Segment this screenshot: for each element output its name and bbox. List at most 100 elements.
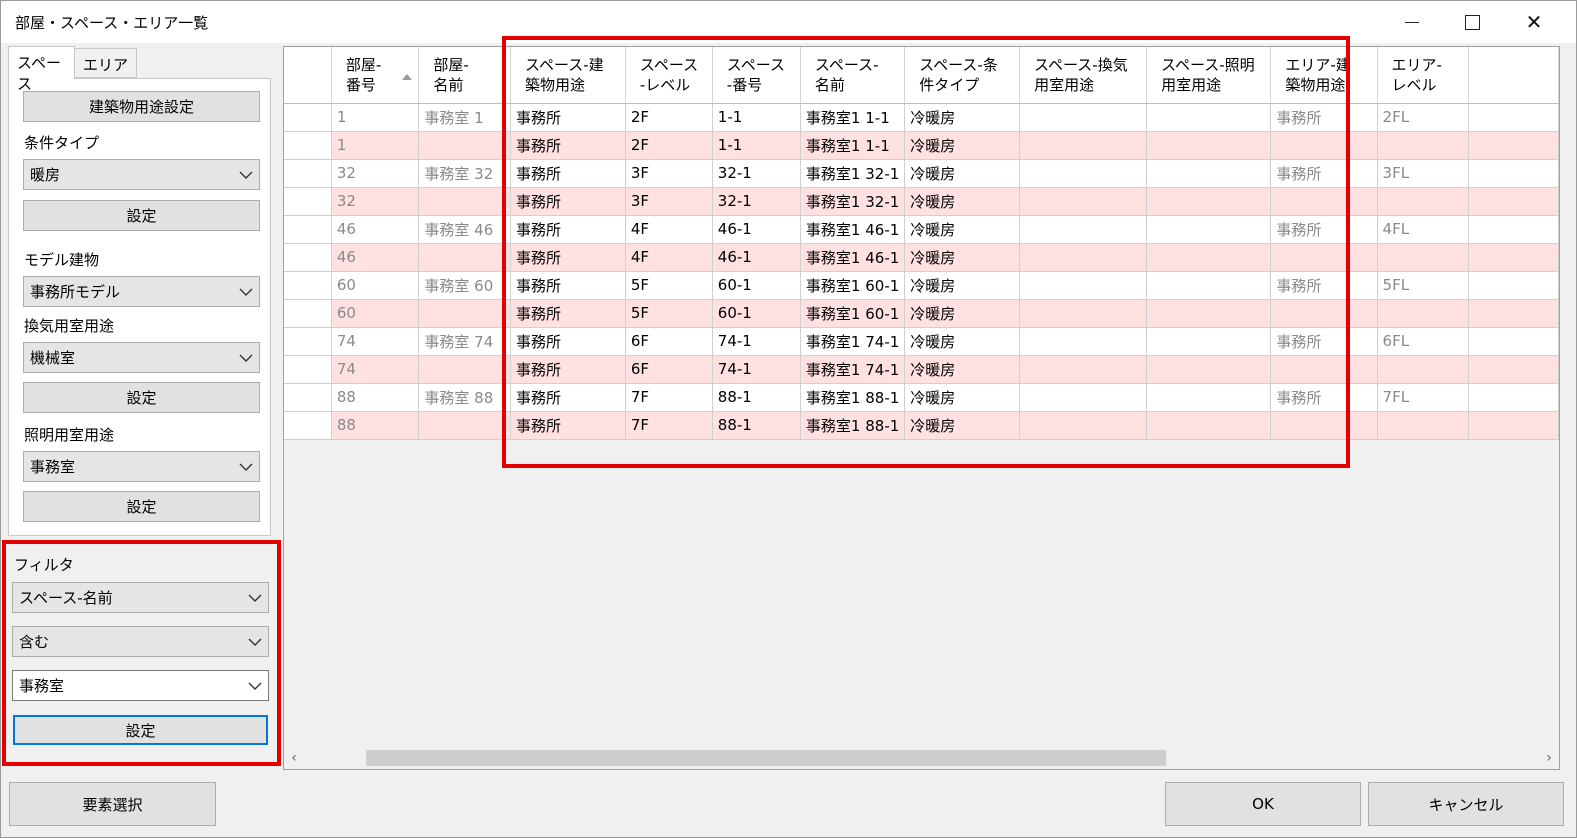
cell-space-name[interactable]: 事務室1 60-1 — [800, 271, 906, 300]
cell-space-name[interactable]: 事務室1 32-1 — [800, 159, 906, 188]
cell-space-building-use[interactable]: 事務所 — [510, 327, 626, 356]
cell-space-building-use[interactable]: 事務所 — [510, 243, 626, 272]
maximize-button[interactable] — [1449, 1, 1495, 43]
cell-space-number[interactable]: 1-1 — [712, 131, 801, 160]
cell-space-ventilation-use[interactable] — [1019, 327, 1148, 356]
cell-area-level[interactable]: 2FL — [1377, 103, 1470, 132]
cell-space-lighting-use[interactable] — [1146, 299, 1272, 328]
tab-area[interactable]: エリア — [74, 48, 137, 78]
cell-room-number[interactable]: 74 — [331, 327, 420, 356]
cell-area-building-use[interactable]: 事務所 — [1270, 327, 1378, 356]
cell-space-name[interactable]: 事務室1 88-1 — [800, 383, 906, 412]
cell-space-building-use[interactable]: 事務所 — [510, 271, 626, 300]
cell-area-level[interactable] — [1377, 243, 1470, 272]
cell-space-condition-type[interactable]: 冷暖房 — [904, 383, 1021, 412]
cell-space-condition-type[interactable]: 冷暖房 — [904, 159, 1021, 188]
cell-area-level[interactable] — [1377, 411, 1470, 440]
cell-area-level[interactable] — [1377, 355, 1470, 384]
row-header-cell[interactable] — [284, 131, 332, 160]
cell-space-condition-type[interactable]: 冷暖房 — [904, 299, 1021, 328]
cell-space-ventilation-use[interactable] — [1019, 411, 1148, 440]
cell-space-lighting-use[interactable] — [1146, 411, 1272, 440]
cell-room-number[interactable]: 88 — [331, 411, 420, 440]
cell-room-number[interactable]: 88 — [331, 383, 420, 412]
cell-space-condition-type[interactable]: 冷暖房 — [904, 243, 1021, 272]
cell-space-level[interactable]: 5F — [625, 271, 713, 300]
cell-space-condition-type[interactable]: 冷暖房 — [904, 103, 1021, 132]
cell-space-level[interactable]: 3F — [625, 159, 713, 188]
horizontal-scrollbar[interactable]: ‹ › — [284, 748, 1559, 768]
col-header-space-ventilation-use[interactable]: スペース-換気 用室用途 — [1019, 47, 1148, 104]
cell-area-building-use[interactable]: 事務所 — [1270, 215, 1378, 244]
cell-space-name[interactable]: 事務室1 74-1 — [800, 355, 906, 384]
cell-space-ventilation-use[interactable] — [1019, 299, 1148, 328]
condition-type-select[interactable]: 暖房 — [23, 159, 260, 190]
cell-room-name[interactable]: 事務室 88 — [418, 383, 511, 412]
cell-space-level[interactable]: 4F — [625, 215, 713, 244]
cell-room-number[interactable]: 46 — [331, 215, 420, 244]
cell-space-number[interactable]: 74-1 — [712, 355, 801, 384]
cancel-button[interactable]: キャンセル — [1368, 782, 1564, 826]
cell-space-ventilation-use[interactable] — [1019, 215, 1148, 244]
cell-space-ventilation-use[interactable] — [1019, 131, 1148, 160]
row-header-cell[interactable] — [284, 355, 332, 384]
cell-space-lighting-use[interactable] — [1146, 271, 1272, 300]
col-header-space-building-use[interactable]: スペース-建 築物用途 — [510, 47, 626, 104]
scroll-right-icon[interactable]: › — [1539, 748, 1559, 768]
ventilation-set-button[interactable]: 設定 — [23, 382, 260, 413]
cell-area-building-use[interactable]: 事務所 — [1270, 159, 1378, 188]
cell-space-level[interactable]: 2F — [625, 131, 713, 160]
row-header-cell[interactable] — [284, 299, 332, 328]
table-row[interactable]: 74 事務室 74 事務所 6F 74-1 事務室1 74-1 冷暖房 事務所 6FL — [284, 327, 1559, 356]
cell-space-number[interactable]: 88-1 — [712, 383, 801, 412]
cell-area-building-use[interactable] — [1270, 411, 1378, 440]
cell-space-name[interactable]: 事務室1 1-1 — [800, 103, 906, 132]
select-elements-button[interactable]: 要素選択 — [9, 782, 216, 826]
cell-space-level[interactable]: 7F — [625, 411, 713, 440]
col-header-space-level[interactable]: スペース -レベル — [625, 47, 713, 104]
cell-space-condition-type[interactable]: 冷暖房 — [904, 271, 1021, 300]
cell-space-condition-type[interactable]: 冷暖房 — [904, 131, 1021, 160]
cell-room-name[interactable] — [418, 355, 511, 384]
cell-space-building-use[interactable]: 事務所 — [510, 215, 626, 244]
table-row[interactable]: 1 事務室 1 事務所 2F 1-1 事務室1 1-1 冷暖房 事務所 2FL — [284, 103, 1559, 132]
cell-space-building-use[interactable]: 事務所 — [510, 103, 626, 132]
cell-space-name[interactable]: 事務室1 88-1 — [800, 411, 906, 440]
scrollbar-thumb[interactable] — [366, 750, 1166, 766]
cell-room-name[interactable]: 事務室 1 — [418, 103, 511, 132]
cell-room-name[interactable]: 事務室 60 — [418, 271, 511, 300]
cell-space-lighting-use[interactable] — [1146, 355, 1272, 384]
cell-room-name[interactable] — [418, 187, 511, 216]
table-row[interactable]: 46 事務所 4F 46-1 事務室1 46-1 冷暖房 — [284, 243, 1559, 272]
col-header-space-lighting-use[interactable]: スペース-照明 用室用途 — [1146, 47, 1272, 104]
scroll-left-icon[interactable]: ‹ — [284, 748, 304, 768]
table-row[interactable]: 1 事務所 2F 1-1 事務室1 1-1 冷暖房 — [284, 131, 1559, 160]
filter-operator-select[interactable]: 含む — [12, 626, 269, 657]
cell-area-building-use[interactable]: 事務所 — [1270, 103, 1378, 132]
cell-room-number[interactable]: 1 — [331, 131, 420, 160]
cell-space-number[interactable]: 60-1 — [712, 271, 801, 300]
cell-space-ventilation-use[interactable] — [1019, 103, 1148, 132]
cell-space-number[interactable]: 88-1 — [712, 411, 801, 440]
table-row[interactable]: 60 事務室 60 事務所 5F 60-1 事務室1 60-1 冷暖房 事務所 5FL — [284, 271, 1559, 300]
cell-area-building-use[interactable] — [1270, 187, 1378, 216]
model-building-select[interactable]: 事務所モデル — [23, 276, 260, 307]
cell-area-building-use[interactable] — [1270, 243, 1378, 272]
col-header-area-building-use[interactable]: エリア-建 築物用途 — [1270, 47, 1378, 104]
cell-space-lighting-use[interactable] — [1146, 131, 1272, 160]
building-use-setting-button[interactable]: 建築物用途設定 — [23, 91, 260, 122]
col-header-room-number[interactable]: 部屋- 番号 — [331, 47, 420, 104]
cell-area-building-use[interactable] — [1270, 355, 1378, 384]
cell-space-name[interactable]: 事務室1 74-1 — [800, 327, 906, 356]
row-header-cell[interactable] — [284, 271, 332, 300]
cell-space-level[interactable]: 2F — [625, 103, 713, 132]
table-row[interactable]: 32 事務室 32 事務所 3F 32-1 事務室1 32-1 冷暖房 事務所 3FL — [284, 159, 1559, 188]
cell-room-number[interactable]: 74 — [331, 355, 420, 384]
cell-space-ventilation-use[interactable] — [1019, 187, 1148, 216]
cell-room-number[interactable]: 32 — [331, 187, 420, 216]
cell-space-lighting-use[interactable] — [1146, 215, 1272, 244]
cell-space-name[interactable]: 事務室1 60-1 — [800, 299, 906, 328]
cell-area-level[interactable]: 5FL — [1377, 271, 1470, 300]
cell-space-name[interactable]: 事務室1 1-1 — [800, 131, 906, 160]
cell-room-name[interactable]: 事務室 74 — [418, 327, 511, 356]
